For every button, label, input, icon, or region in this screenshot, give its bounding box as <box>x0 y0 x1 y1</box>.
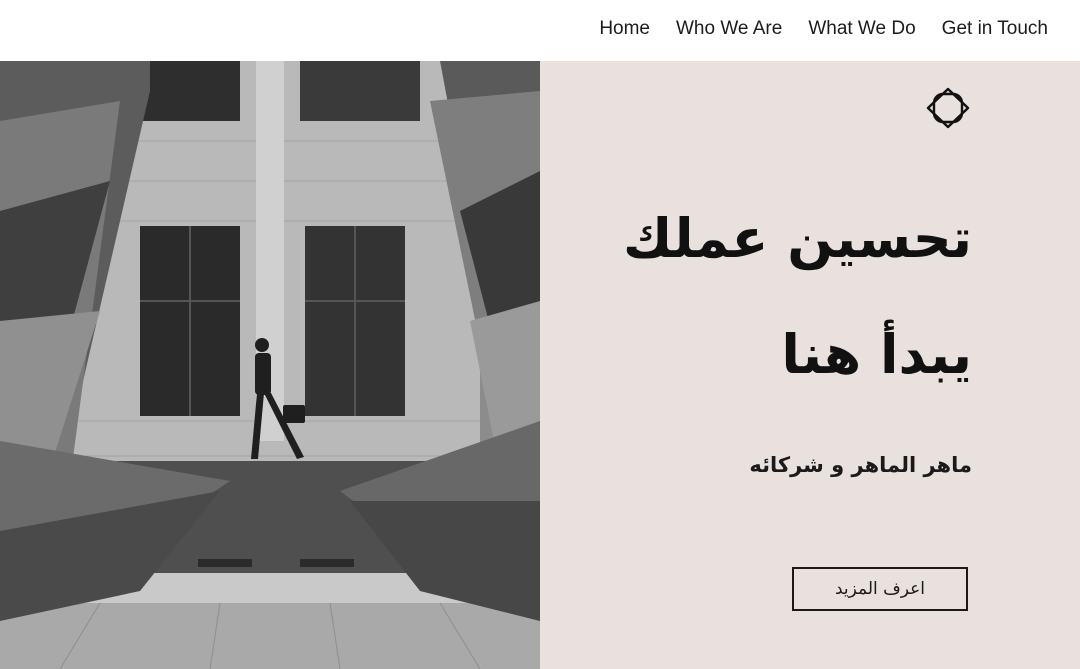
hero-subtitle: ماهر الماهر و شركائه <box>749 453 972 477</box>
hero-panel: تحسين عملك يبدأ هنا ماهر الماهر و شركائه… <box>540 61 1080 669</box>
learn-more-button[interactable]: اعرف المزيد <box>792 567 968 611</box>
nav-get-in-touch-link[interactable]: Get in Touch <box>942 17 1048 41</box>
nav-home-link[interactable]: Home <box>599 17 650 41</box>
rounded-diamond-logo-icon <box>926 87 970 129</box>
top-navigation-bar: Home Who We Are What We Do Get in Touch <box>0 0 1080 61</box>
hero-headline-line-1: تحسين عملك <box>623 207 972 270</box>
main-nav: Home Who We Are What We Do Get in Touch <box>599 17 1048 41</box>
hero-photo <box>0 61 540 669</box>
nav-who-we-are-link[interactable]: Who We Are <box>676 17 782 41</box>
hero-headline-line-2: يبدأ هنا <box>781 323 972 386</box>
nav-what-we-do-link[interactable]: What We Do <box>808 17 915 41</box>
architecture-photo <box>0 61 540 669</box>
hero-headline: تحسين عملك يبدأ هنا <box>552 181 972 413</box>
